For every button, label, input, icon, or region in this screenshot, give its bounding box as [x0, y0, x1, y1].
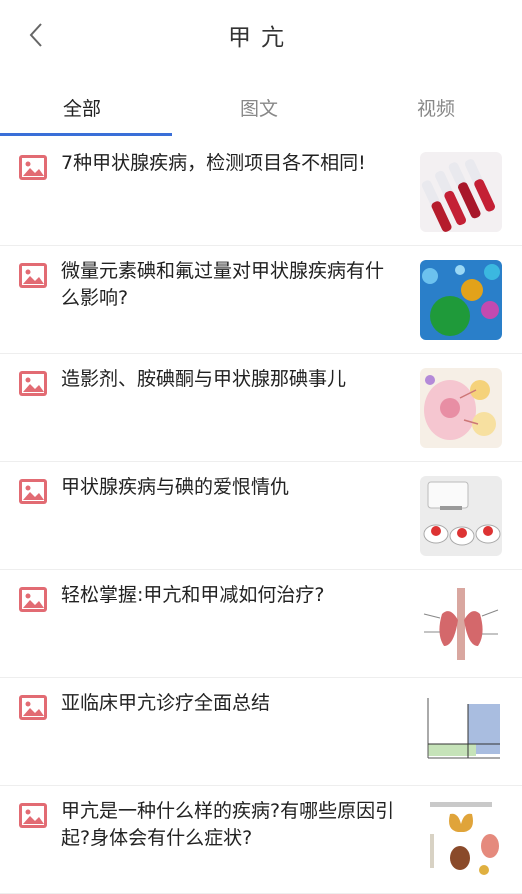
- trace-elements-image: [420, 260, 502, 340]
- list-item[interactable]: 微量元素碘和氟过量对甲状腺疾病有什么影响?: [0, 246, 522, 354]
- article-title: 造影剂、胺碘酮与甲状腺那碘事儿: [61, 368, 347, 390]
- image-article-icon: [19, 371, 47, 396]
- article-title: 微量元素碘和氟过量对甲状腺疾病有什么影响?: [61, 260, 385, 309]
- image-article-icon: [19, 587, 47, 612]
- iodine-salt-image: [420, 476, 502, 556]
- article-title: 7种甲状腺疾病，检测项目各不相同!: [61, 152, 366, 174]
- list-item[interactable]: 轻松掌握:甲亢和甲减如何治疗?: [0, 570, 522, 678]
- list-item[interactable]: 造影剂、胺碘酮与甲状腺那碘事儿: [0, 354, 522, 462]
- test-tubes-image: [420, 152, 502, 232]
- article-title: 甲状腺疾病与碘的爱恨情仇: [61, 476, 290, 498]
- tab-video[interactable]: 视频: [417, 94, 455, 121]
- top-bar: 甲亢: [0, 0, 522, 72]
- active-tab-indicator: [0, 133, 172, 136]
- image-article-icon: [19, 695, 47, 720]
- image-article-icon: [19, 479, 47, 504]
- article-list: 7种甲状腺疾病，检测项目各不相同! 微量元素碘和氟过量对甲状腺疾病有什么影响?: [0, 138, 522, 894]
- image-article-icon: [19, 263, 47, 288]
- tab-bar: 全部 图文 视频: [0, 84, 522, 136]
- tab-image-text[interactable]: 图文: [240, 94, 278, 121]
- page-title: 甲亢: [228, 25, 294, 51]
- list-item[interactable]: 甲状腺疾病与碘的爱恨情仇: [0, 462, 522, 570]
- list-item[interactable]: 甲亢是一种什么样的疾病?有哪些原因引起?身体会有什么症状?: [0, 786, 522, 894]
- thyroid-anatomy-image: [420, 584, 502, 664]
- article-title: 轻松掌握:甲亢和甲减如何治疗?: [61, 584, 325, 606]
- article-title: 甲亢是一种什么样的疾病?有哪些原因引起?身体会有什么症状?: [61, 800, 395, 849]
- list-item[interactable]: 7种甲状腺疾病，检测项目各不相同!: [0, 138, 522, 246]
- tab-all[interactable]: 全部: [63, 94, 101, 121]
- image-article-icon: [19, 155, 47, 180]
- image-article-icon: [19, 803, 47, 828]
- thyroid-infographic-image: [420, 800, 502, 880]
- cell-diagram-image: [420, 368, 502, 448]
- list-item[interactable]: 亚临床甲亢诊疗全面总结: [0, 678, 522, 786]
- quadrant-chart-image: [420, 692, 502, 772]
- article-title: 亚临床甲亢诊疗全面总结: [61, 692, 271, 714]
